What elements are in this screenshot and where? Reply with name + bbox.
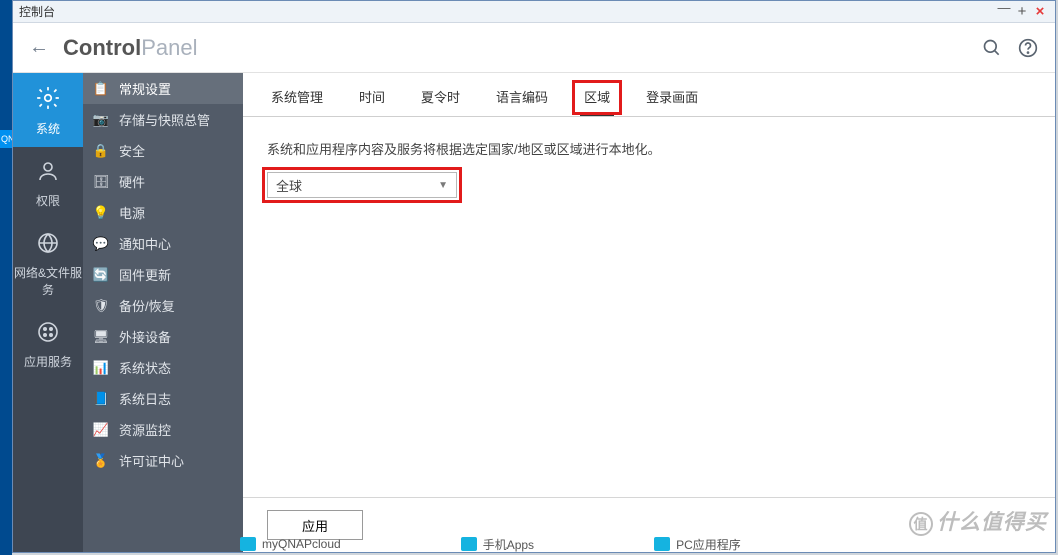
window-titlebar: 控制台 — + × [13, 1, 1055, 23]
app-title: ControlPanel [63, 35, 197, 61]
sidebar-sub-label: 电源 [119, 203, 145, 222]
desktop-app-item[interactable]: PC应用程序 [654, 536, 741, 553]
region-panel: 系统和应用程序内容及服务将根据选定国家/地区或区域进行本地化。 全球 ▼ [243, 117, 1055, 220]
tab-item[interactable]: 区域 [580, 87, 614, 116]
sidebar-sub-label: 许可证中心 [119, 451, 184, 470]
menu-icon: 🏅 [93, 453, 109, 469]
sidebar-main-label: 权限 [36, 194, 60, 208]
tab-bar: 系统管理时间夏令时语言编码区域登录画面 [243, 73, 1055, 117]
desktop-app-item[interactable]: 手机Apps [461, 536, 534, 553]
sidebar-main-item[interactable]: 网络&文件服务 [13, 219, 83, 308]
gear-icon [13, 85, 83, 114]
sidebar-sub-label: 硬件 [119, 172, 145, 191]
desktop-app-strip: myQNAPcloud 手机Apps PC应用程序 [80, 535, 1058, 553]
menu-icon: 🔒 [93, 143, 109, 159]
search-icon[interactable] [981, 37, 1003, 59]
menu-icon: 🗄 [93, 174, 109, 190]
sidebar-sub-label: 常规设置 [119, 79, 171, 98]
control-panel-window: 控制台 — + × ← ControlPanel 系统权限网络&文件服务应用服务… [12, 0, 1056, 553]
sidebar-main-item[interactable]: 应用服务 [13, 308, 83, 380]
sidebar-sub-item[interactable]: 📘 系统日志 [83, 383, 243, 414]
sidebar-main: 系统权限网络&文件服务应用服务 [13, 73, 83, 552]
close-button[interactable]: × [1031, 3, 1049, 20]
sidebar-sub-item[interactable]: 🔒 安全 [83, 135, 243, 166]
app-icon [240, 537, 256, 551]
tab-item[interactable]: 语言编码 [492, 87, 552, 116]
sidebar-sub-item[interactable]: 💬 通知中心 [83, 228, 243, 259]
tab-item[interactable]: 系统管理 [267, 87, 327, 116]
sidebar-sub-item[interactable]: 💡 电源 [83, 197, 243, 228]
menu-icon: 💬 [93, 236, 109, 252]
menu-icon: 📈 [93, 422, 109, 438]
app-header: ← ControlPanel [13, 23, 1055, 73]
maximize-button[interactable]: + [1013, 3, 1031, 20]
region-select-highlight: 全球 ▼ [267, 172, 457, 198]
sidebar-sub-item[interactable]: 📋 常规设置 [83, 73, 243, 104]
os-left-taskbar: QN [0, 0, 12, 555]
sidebar-sub-item[interactable]: 📈 资源监控 [83, 414, 243, 445]
chevron-down-icon: ▼ [438, 180, 448, 191]
sidebar-main-label: 应用服务 [24, 355, 72, 369]
menu-icon: 📋 [93, 81, 109, 97]
globe-icon [13, 231, 83, 258]
sidebar-sub-label: 固件更新 [119, 265, 171, 284]
sidebar-sub-item[interactable]: 🖥 外接设备 [83, 321, 243, 352]
menu-icon: 🔄 [93, 267, 109, 283]
sidebar-sub-item[interactable]: 📷 存储与快照总管 [83, 104, 243, 135]
back-button[interactable]: ← [29, 36, 49, 59]
minimize-button[interactable]: — [995, 0, 1013, 15]
grid-icon [13, 320, 83, 347]
sidebar-sub-item[interactable]: 📊 系统状态 [83, 352, 243, 383]
region-select[interactable]: 全球 ▼ [267, 172, 457, 198]
sidebar-sub-label: 系统日志 [119, 389, 171, 408]
tab-item[interactable]: 登录画面 [642, 87, 702, 116]
sidebar-sub-label: 存储与快照总管 [119, 110, 210, 129]
tab-item[interactable]: 夏令时 [417, 87, 464, 116]
user-icon [13, 159, 83, 186]
sidebar-sub-label: 系统状态 [119, 358, 171, 377]
sidebar-sub-label: 通知中心 [119, 234, 171, 253]
desktop-app-item[interactable]: myQNAPcloud [240, 537, 341, 551]
menu-icon: 📘 [93, 391, 109, 407]
window-title: 控制台 [19, 3, 55, 20]
menu-icon: 📷 [93, 112, 109, 128]
tab-item[interactable]: 时间 [355, 87, 389, 116]
sidebar-main-item[interactable]: 权限 [13, 147, 83, 219]
help-icon[interactable] [1017, 37, 1039, 59]
sidebar-sub-label: 外接设备 [119, 327, 171, 346]
sidebar-sub-label: 备份/恢复 [119, 296, 175, 315]
sidebar-sub-label: 资源监控 [119, 420, 171, 439]
sidebar-sub: 📋 常规设置 📷 存储与快照总管 🔒 安全 🗄 硬件 💡 电源 💬 通知中心 🔄 固件更新 🛡 备份/恢复 🖥 外… [83, 73, 243, 552]
app-icon [654, 537, 670, 551]
sidebar-sub-item[interactable]: 🔄 固件更新 [83, 259, 243, 290]
app-icon [461, 537, 477, 551]
region-select-value: 全球 [276, 176, 302, 195]
sidebar-sub-item[interactable]: 🏅 许可证中心 [83, 445, 243, 476]
menu-icon: 💡 [93, 205, 109, 221]
sidebar-sub-item[interactable]: 🛡 备份/恢复 [83, 290, 243, 321]
menu-icon: 📊 [93, 360, 109, 376]
sidebar-sub-item[interactable]: 🗄 硬件 [83, 166, 243, 197]
sidebar-main-item[interactable]: 系统 [13, 73, 83, 147]
os-taskbar-tag: QN [0, 130, 12, 148]
menu-icon: 🛡 [93, 298, 109, 314]
sidebar-main-label: 系统 [36, 122, 60, 136]
content-area: 系统管理时间夏令时语言编码区域登录画面 系统和应用程序内容及服务将根据选定国家/… [243, 73, 1055, 552]
region-description: 系统和应用程序内容及服务将根据选定国家/地区或区域进行本地化。 [267, 139, 1031, 158]
sidebar-main-label: 网络&文件服务 [14, 266, 82, 297]
sidebar-sub-label: 安全 [119, 141, 145, 160]
menu-icon: 🖥 [93, 329, 109, 345]
